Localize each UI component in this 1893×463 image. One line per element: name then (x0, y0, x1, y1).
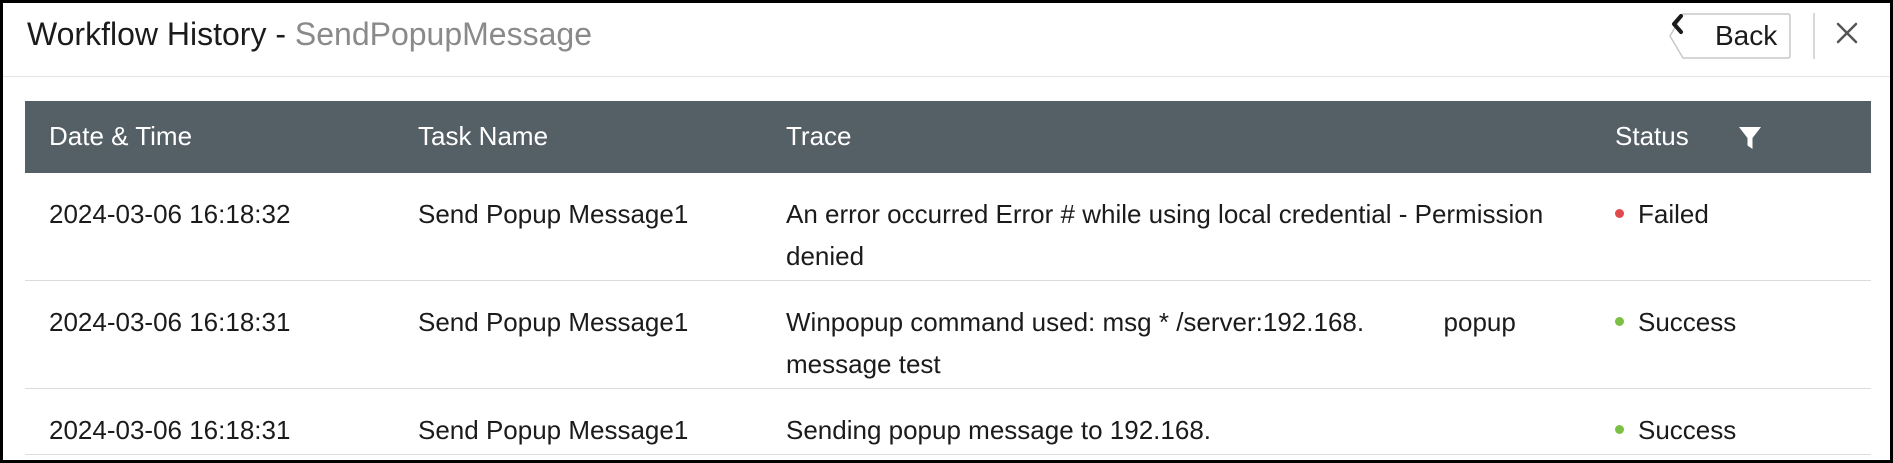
cell-trace: Sending popup message to 192.168. (786, 415, 1212, 445)
column-header-task-name[interactable]: Task Name (418, 119, 548, 153)
title-text: Workflow History (27, 16, 267, 52)
page-title: Workflow History - SendPopupMessage (27, 13, 592, 55)
chevron-left-icon (1672, 14, 1683, 34)
table-row[interactable]: 2024-03-06 16:18:31 Send Popup Message1 … (25, 389, 1871, 455)
table-row[interactable]: 2024-03-06 16:18:32 Send Popup Message1 … (25, 173, 1871, 281)
cell-trace: An error occurred Error # while using lo… (786, 199, 1551, 271)
workflow-name: SendPopupMessage (294, 16, 592, 52)
cell-task-name: Send Popup Message1 (418, 199, 689, 229)
table-header: Date & Time Task Name Trace Status (25, 101, 1871, 173)
column-header-trace[interactable]: Trace (786, 119, 852, 153)
cell-task-name: Send Popup Message1 (418, 307, 689, 337)
filter-icon[interactable] (1738, 125, 1762, 151)
cell-status: Success (1615, 301, 1736, 343)
column-header-status[interactable]: Status (1615, 119, 1689, 153)
cell-status: Failed (1615, 193, 1709, 235)
status-label: Success (1638, 415, 1737, 445)
history-table: Date & Time Task Name Trace Status 2024-… (25, 101, 1871, 455)
back-button[interactable]: Back (1669, 13, 1791, 59)
column-header-datetime[interactable]: Date & Time (49, 119, 192, 153)
status-dot-failed (1615, 208, 1624, 218)
cell-status: Success (1615, 409, 1736, 451)
title-separator: - (266, 16, 295, 52)
cell-task-name: Send Popup Message1 (418, 415, 689, 445)
cell-datetime: 2024-03-06 16:18:32 (49, 199, 291, 229)
cell-datetime: 2024-03-06 16:18:31 (49, 415, 291, 445)
status-dot-success (1615, 424, 1624, 434)
status-label: Success (1638, 307, 1737, 337)
status-label: Failed (1638, 199, 1709, 229)
workflow-history-panel: Workflow History - SendPopupMessage Back… (0, 0, 1893, 463)
close-button[interactable] (1832, 18, 1862, 48)
panel-header: Workflow History - SendPopupMessage Back (3, 3, 1890, 77)
cell-trace: Winpopup command used: msg * /server:192… (786, 307, 1524, 379)
table-row[interactable]: 2024-03-06 16:18:31 Send Popup Message1 … (25, 281, 1871, 389)
cell-datetime: 2024-03-06 16:18:31 (49, 307, 291, 337)
close-icon (1836, 22, 1858, 44)
status-dot-success (1615, 316, 1624, 326)
header-divider (1813, 13, 1815, 59)
back-button-label: Back (1715, 20, 1778, 51)
